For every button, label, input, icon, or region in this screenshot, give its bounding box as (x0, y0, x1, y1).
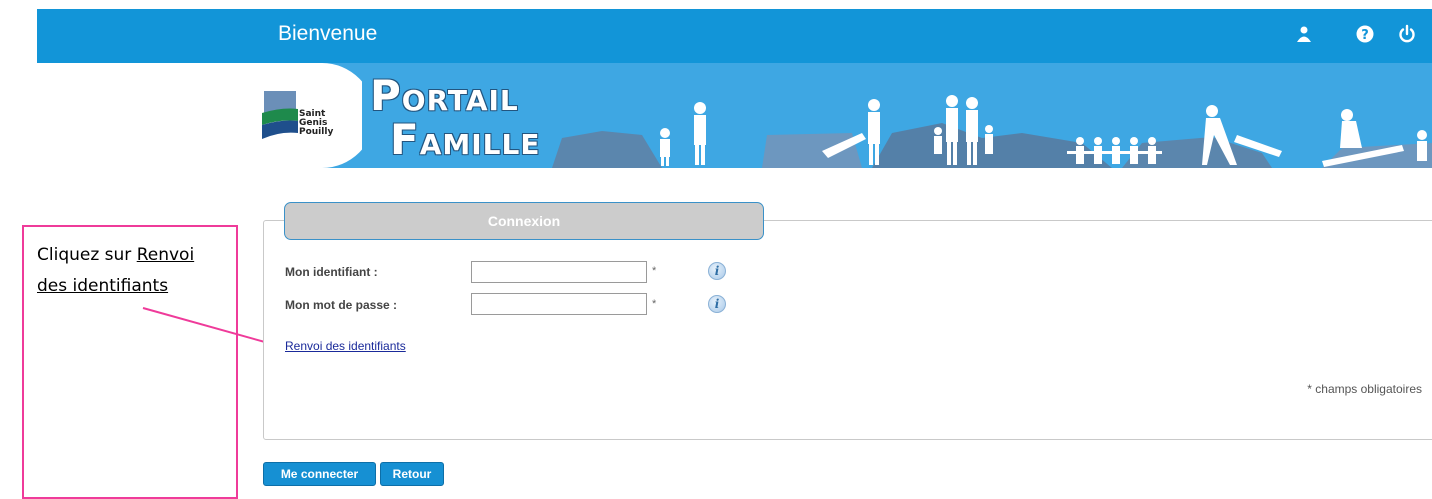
brand-line-portail: PORTAIL (370, 71, 519, 120)
identifier-info-icon[interactable]: i (708, 262, 726, 280)
password-input[interactable] (471, 293, 647, 315)
brand-line-famille: FAMILLE (390, 115, 541, 164)
password-required-marker: * (652, 298, 657, 310)
identifier-input[interactable] (471, 261, 647, 283)
instruction-callout: Cliquez sur Renvoi des identifiants (22, 225, 238, 499)
top-bar: Bienvenue ? (37, 9, 1432, 63)
saint-genis-pouilly-logo: Saint Genis Pouilly (262, 63, 362, 168)
help-icon[interactable]: ? (1353, 22, 1377, 46)
callout-text: Cliquez sur Renvoi des identifiants (37, 245, 195, 296)
power-icon[interactable] (1395, 22, 1419, 46)
resend-credentials-link[interactable]: Renvoi des identifiants (285, 339, 406, 353)
portal-banner: Saint Genis Pouilly PORTAIL FAMILLE (262, 63, 1432, 168)
svg-text:?: ? (1361, 28, 1369, 43)
page-title: Bienvenue (278, 22, 378, 45)
password-info-icon[interactable]: i (708, 295, 726, 313)
user-icon[interactable] (1292, 22, 1316, 46)
password-label: Mon mot de passe : (285, 298, 398, 312)
logo-text-pouilly: Pouilly (299, 127, 333, 137)
identifier-label: Mon identifiant : (285, 265, 378, 279)
back-button[interactable]: Retour (380, 462, 444, 486)
login-panel (263, 220, 1432, 440)
required-fields-note: * champs obligatoires (1307, 382, 1422, 396)
identifier-required-marker: * (652, 265, 657, 277)
panel-title: Connexion (284, 202, 764, 240)
connect-button[interactable]: Me connecter (263, 462, 376, 486)
